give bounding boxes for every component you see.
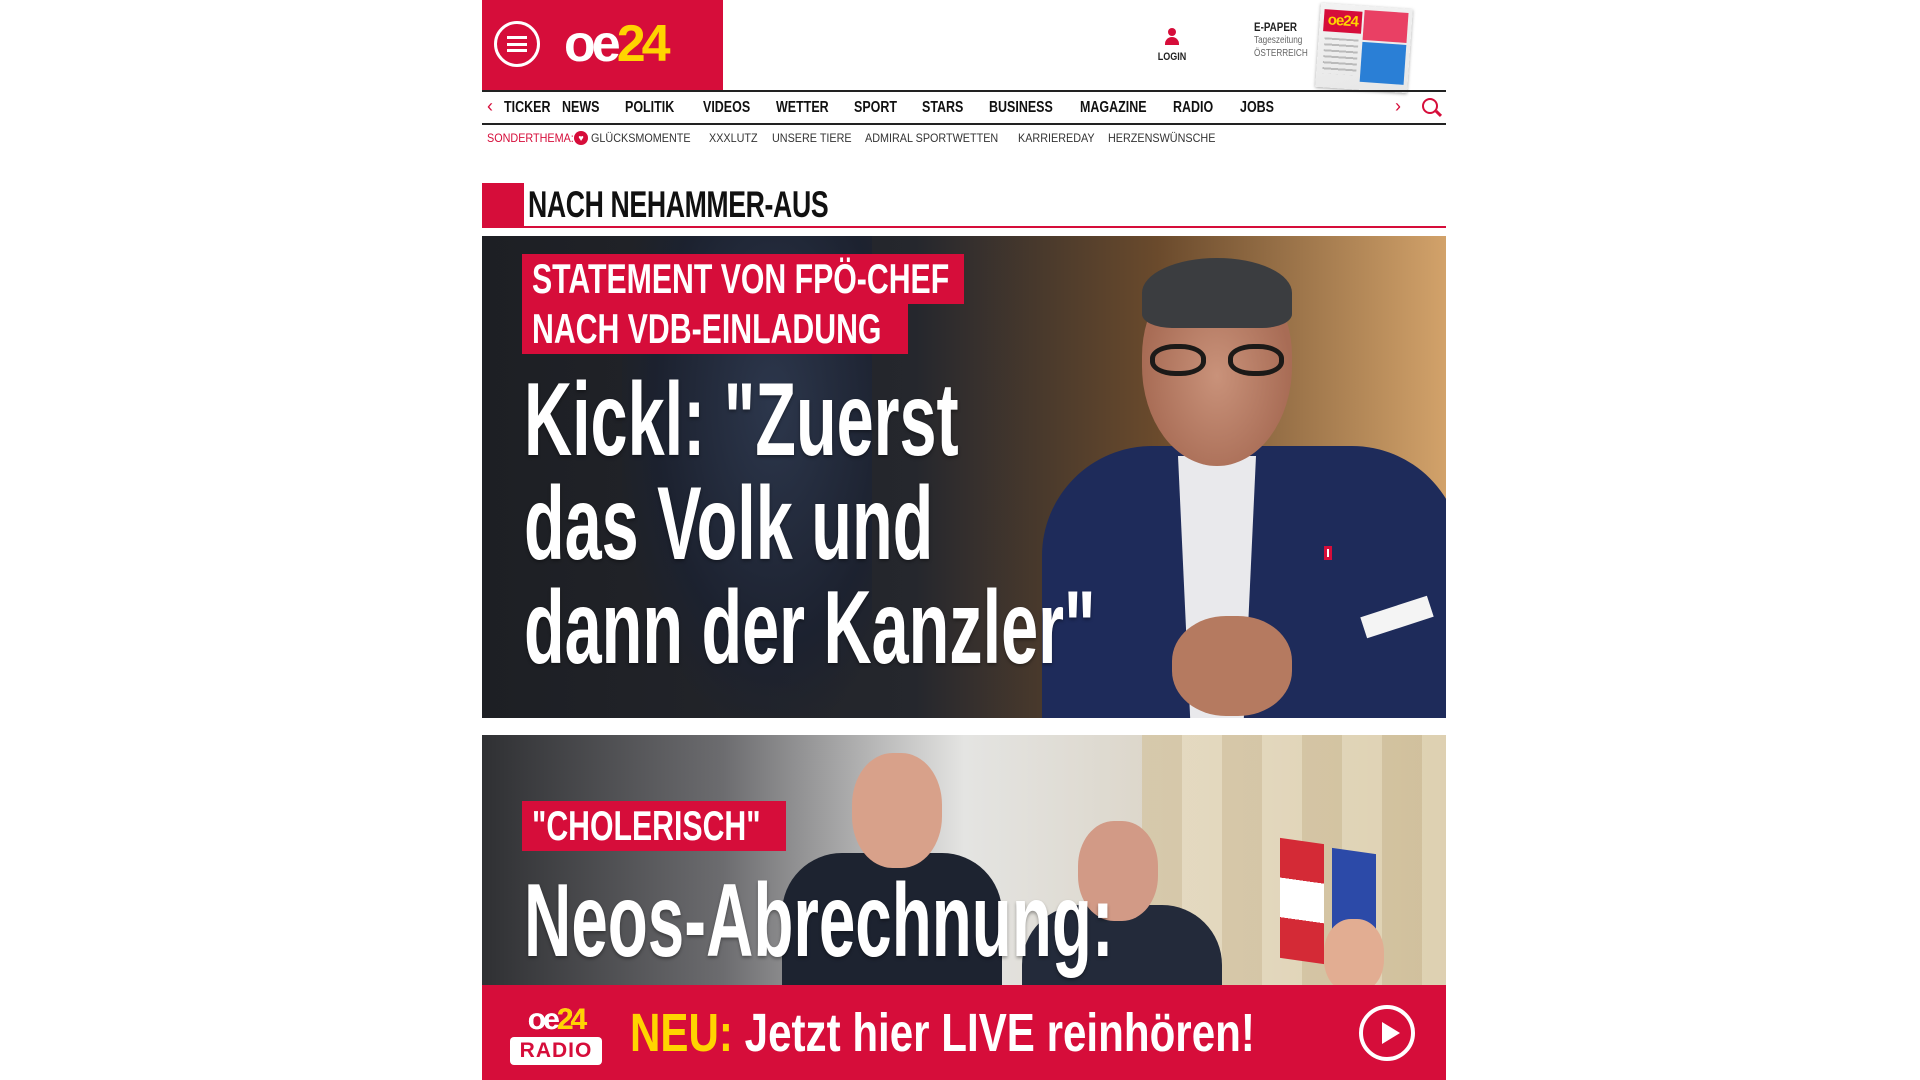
radio-new-label: NEU:	[630, 1003, 733, 1063]
section-header: NACH NEHAMMER-AUS	[482, 183, 1446, 228]
special-topics-label: SONDERTHEMA:	[487, 131, 574, 145]
topic-link-gluecksmomente[interactable]: GLÜCKSMOMENTE	[591, 131, 697, 145]
nav-item-politik[interactable]: POLITIK	[625, 99, 686, 117]
epaper-subtitle-country: ÖSTERREICH	[1254, 48, 1308, 59]
nav-items: TICKER NEWS POLITIK VIDEOS WETTER SPORT …	[504, 92, 1290, 123]
search-icon[interactable]	[1422, 98, 1438, 114]
radio-live-banner[interactable]: oe24 RADIO NEU: Jetzt hier LIVE reinhöre…	[482, 985, 1446, 1080]
menu-icon[interactable]	[494, 21, 540, 67]
epaper-cover-masthead: oe24	[1323, 9, 1363, 34]
logo-24-text: 24	[616, 15, 671, 73]
topic-link-unsere-tiere[interactable]: UNSERE TIERE	[772, 131, 856, 145]
site-header: oe24 LOGIN E-PAPER Tageszeitung ÖSTERREI…	[482, 0, 1446, 94]
epaper-link[interactable]: E-PAPER Tageszeitung ÖSTERREICH	[1254, 20, 1320, 60]
section-accent-bar	[482, 183, 524, 226]
topic-link-admiral-sportwetten[interactable]: ADMIRAL SPORTWETTEN	[865, 131, 1003, 145]
epaper-title: E-PAPER	[1254, 20, 1298, 34]
lead-kicker-line-1: STATEMENT VON FPÖ-CHEF	[522, 254, 964, 304]
lead-kicker: STATEMENT VON FPÖ-CHEF NACH VDB-EINLADUN…	[522, 254, 964, 354]
epaper-subtitle: Tageszeitung	[1254, 35, 1303, 46]
second-kicker: "CHOLERISCH"	[522, 801, 786, 851]
nav-item-radio[interactable]: RADIO	[1173, 99, 1225, 117]
main-column: oe24 LOGIN E-PAPER Tageszeitung ÖSTERREI…	[482, 0, 1446, 1080]
lead-headline[interactable]: Kickl: "Zuerst das Volk und dann der Kan…	[524, 368, 1096, 680]
nav-item-news[interactable]: NEWS	[562, 99, 611, 117]
login-label: LOGIN	[1157, 51, 1187, 63]
person-3-head-image	[1324, 919, 1384, 993]
special-topics-bar: SONDERTHEMA: ♥ GLÜCKSMOMENTE XXXLUTZ UNS…	[487, 130, 1228, 146]
nav-item-jobs[interactable]: JOBS	[1240, 99, 1279, 117]
logo-oe-text: oe	[564, 15, 621, 73]
topic-link-xxxlutz[interactable]: XXXLUTZ	[709, 131, 766, 145]
radio-banner-text: NEU: Jetzt hier LIVE reinhören!	[630, 1001, 1255, 1065]
main-navigation: ‹ TICKER NEWS POLITIK VIDEOS WETTER SPOR…	[482, 90, 1446, 125]
nav-item-sport[interactable]: SPORT	[854, 99, 907, 117]
user-icon	[1164, 28, 1180, 46]
logo-block: oe24	[482, 0, 723, 90]
nav-next-arrow-icon[interactable]: ›	[1390, 96, 1406, 117]
topic-link-karriereday[interactable]: KARRIEREDAY	[1018, 131, 1099, 145]
nav-prev-arrow-icon[interactable]: ‹	[482, 96, 498, 117]
radio-logo-oe: oe	[527, 1003, 560, 1036]
nav-item-wetter[interactable]: WETTER	[776, 99, 837, 117]
oe24-logo[interactable]: oe24	[564, 14, 671, 74]
epaper-cover-photo	[1362, 9, 1409, 43]
person-1-head-image	[852, 753, 942, 868]
second-kicker-label: "CHOLERISCH"	[522, 801, 786, 851]
epaper-cover-image[interactable]: oe24	[1315, 2, 1413, 94]
radio-logo-24: 24	[556, 1003, 587, 1036]
nav-item-ticker[interactable]: TICKER	[504, 99, 550, 117]
nav-item-business[interactable]: BUSINESS	[989, 99, 1060, 117]
heart-icon: ♥	[574, 131, 588, 145]
second-headline[interactable]: Neos-Abrechnung:	[524, 869, 1114, 973]
epaper-cover-teaser	[1359, 41, 1407, 85]
nav-item-stars[interactable]: STARS	[922, 99, 974, 117]
radio-logo-word: RADIO	[510, 1037, 602, 1065]
radio-live-text: Jetzt hier LIVE reinhören!	[732, 1003, 1255, 1063]
login-button[interactable]: LOGIN	[1154, 28, 1190, 63]
oe24-radio-logo: oe24 RADIO	[510, 1005, 602, 1073]
page: oe24 LOGIN E-PAPER Tageszeitung ÖSTERREI…	[0, 0, 1920, 1080]
epaper-cover-text-lines	[1322, 37, 1359, 76]
lead-article-teaser[interactable]: STATEMENT VON FPÖ-CHEF NACH VDB-EINLADUN…	[482, 236, 1446, 718]
section-title[interactable]: NACH NEHAMMER-AUS	[528, 183, 829, 227]
lead-headline-line-2: das Volk und	[524, 466, 934, 582]
nav-item-magazine[interactable]: MAGAZINE	[1080, 99, 1153, 117]
play-icon[interactable]	[1359, 1005, 1415, 1061]
lead-kicker-line-2: NACH VDB-EINLADUNG	[522, 304, 908, 354]
austria-flag-image	[1280, 837, 1324, 965]
lead-headline-line-1: Kickl: "Zuerst	[524, 362, 959, 478]
nav-item-videos[interactable]: VIDEOS	[703, 99, 760, 117]
lead-headline-line-3: dann der Kanzler"	[524, 570, 1096, 686]
topic-link-herzenswuensche[interactable]: HERZENSWÜNSCHE	[1108, 131, 1216, 145]
